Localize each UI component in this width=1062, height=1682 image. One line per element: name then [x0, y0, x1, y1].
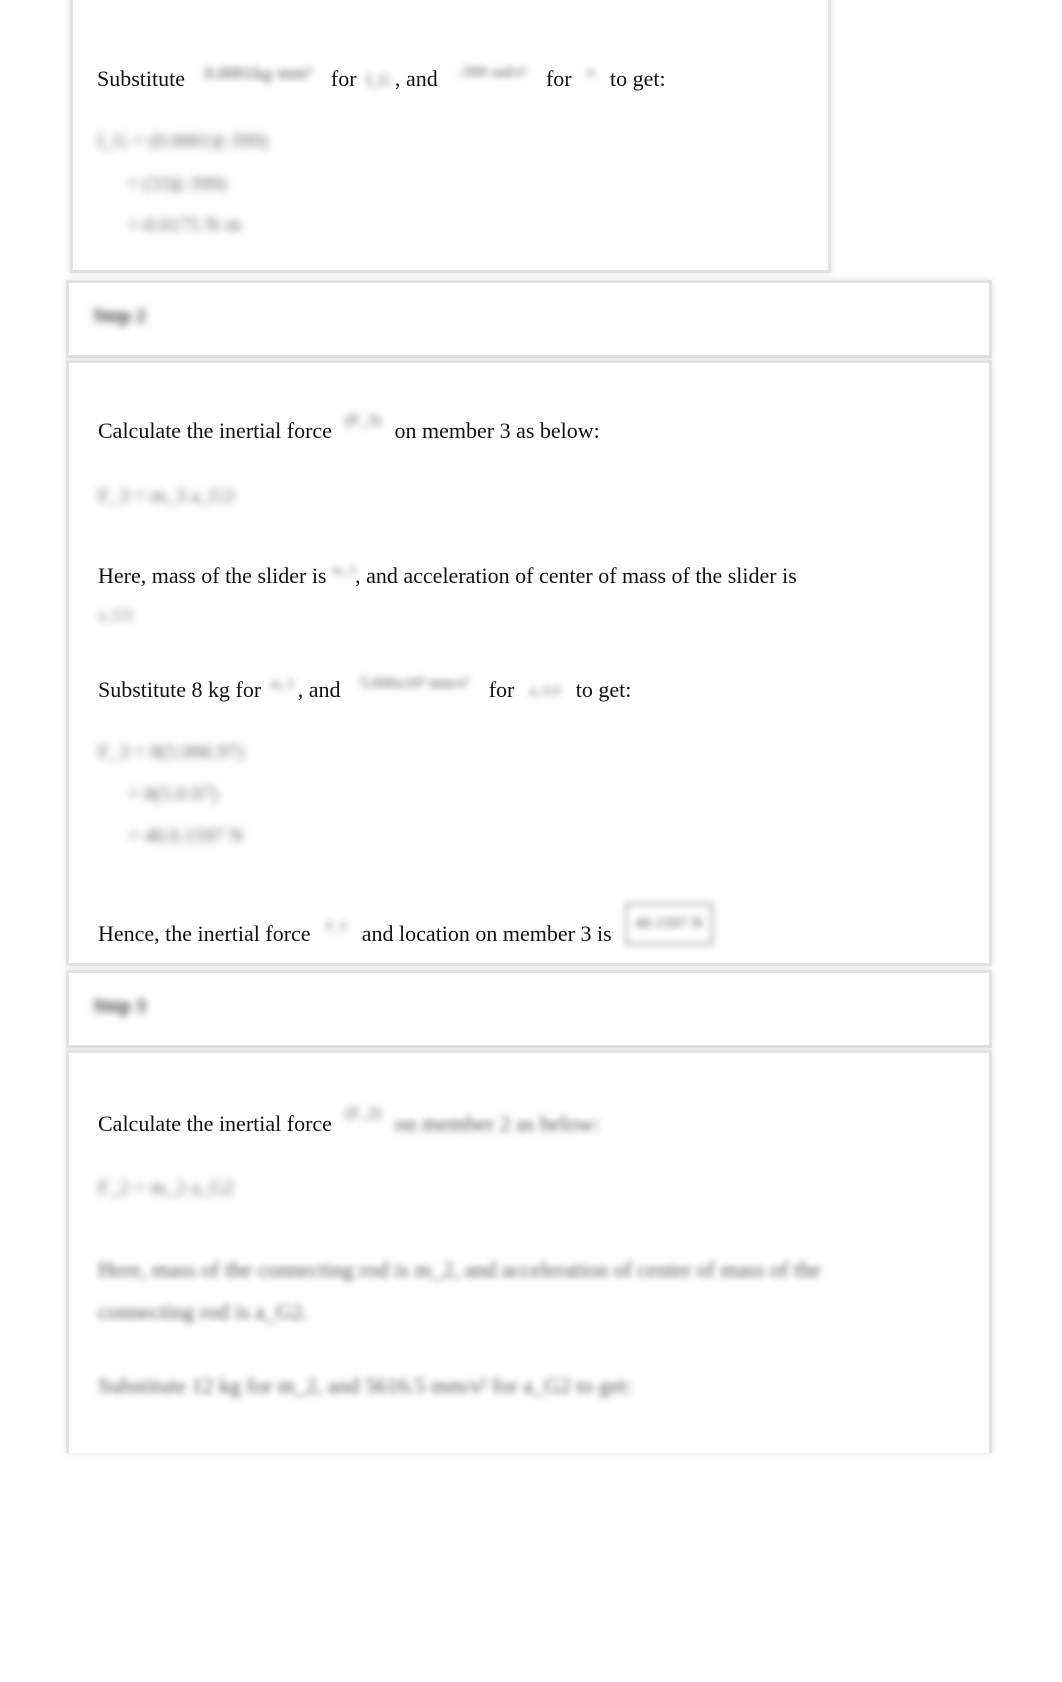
step2-content: Calculate the inertial force (F_3) on me…: [66, 360, 992, 966]
here-line: Here, mass of the connecting rod is m_2,…: [98, 1257, 821, 1282]
equation: =-0.0175 N·m: [127, 214, 242, 236]
math-symbol: α: [587, 64, 595, 80]
math-symbol: (F_3): [345, 411, 381, 429]
step-title: Step 3: [93, 995, 146, 1017]
here-line-2: connecting rod is a_G2.: [98, 1299, 309, 1324]
formula: F_2 = m_2 a_G2: [98, 1177, 235, 1199]
math-value: 0.0001kg·mm²: [204, 62, 312, 83]
result-box: 40.1597 N: [625, 903, 713, 945]
math-value: -399 rad/s²: [457, 63, 527, 81]
formula: F_3 = m_3 a_G3: [98, 485, 235, 507]
calc-line: Calculate the inertial force (F_3) on me…: [98, 412, 600, 446]
calc-line: Calculate the inertial force (F_2) on me…: [98, 1105, 600, 1139]
math-symbol: (F_2): [345, 1104, 381, 1122]
step2-header: Step 2: [66, 280, 992, 358]
math-symbol: F_3: [326, 918, 347, 933]
math-symbol: m_3: [332, 561, 356, 577]
substitute-line: Substitute 12 kg for m_2, and 5616.5 mm/…: [98, 1373, 632, 1398]
equation: = 40.0.1597 N: [128, 825, 244, 847]
math-value: 5.006x10³ mm/s²: [360, 674, 470, 692]
math-symbol: a_G3: [98, 607, 133, 624]
here-line: Here, mass of the slider is m_3, and acc…: [98, 562, 797, 591]
equation: = 8(5.0.97): [128, 783, 218, 805]
math-symbol: m_3: [270, 675, 294, 691]
math-symbol: I_G: [366, 71, 391, 89]
equation: = (33)(-399): [127, 173, 227, 195]
step3-header: Step 3: [66, 970, 992, 1048]
substitute-line: Substitute 0.0001kg·mm² for I_G, and -39…: [97, 63, 666, 94]
step1-content: Substitute 0.0001kg·mm² for I_G, and -39…: [70, 0, 831, 273]
substitute-line: Substitute 8 kg for m_3, and 5.006x10³ m…: [98, 675, 631, 705]
hence-line: Hence, the inertial force F_3 and locati…: [98, 903, 713, 957]
math-symbol: a_G3: [529, 683, 561, 699]
step3-content: Calculate the inertial force (F_2) on me…: [66, 1050, 992, 1453]
step-title: Step 2: [93, 305, 146, 327]
equation: F_3 = 8(5.006.97): [98, 741, 244, 763]
equation: I_G = (0.0001)(-399): [97, 130, 268, 152]
